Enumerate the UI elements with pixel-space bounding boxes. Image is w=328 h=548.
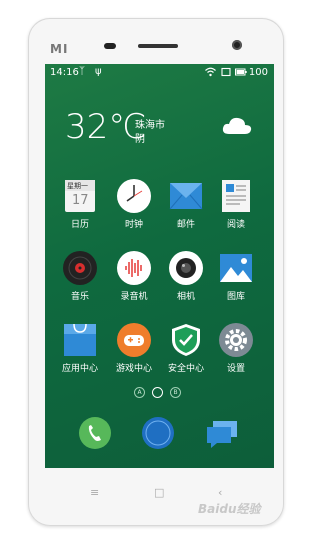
sensor-icon xyxy=(104,43,116,49)
app-label: 安全中心 xyxy=(167,364,204,374)
app-recorder[interactable]: 录音机 xyxy=(109,250,159,302)
app-label: 邮件 xyxy=(176,220,195,230)
app-calendar[interactable]: 星期一 17 日历 xyxy=(55,178,105,230)
gamepad-icon xyxy=(116,322,152,358)
page-indicator-home-icon[interactable] xyxy=(152,387,163,398)
calendar-icon: 星期一 17 xyxy=(62,178,98,214)
app-camera[interactable]: 相机 xyxy=(161,250,211,302)
battery-icon xyxy=(235,67,247,80)
gear-icon xyxy=(218,322,254,358)
back-button[interactable]: ‹ xyxy=(218,486,222,499)
app-game-center[interactable]: 游戏中心 xyxy=(109,322,159,374)
front-camera-icon xyxy=(232,40,242,50)
page-indicator-b[interactable]: B xyxy=(170,387,181,398)
music-icon xyxy=(62,250,98,286)
app-clock[interactable]: 时钟 xyxy=(109,178,159,230)
phone-icon[interactable] xyxy=(78,416,112,450)
app-gallery[interactable]: 图库 xyxy=(211,250,261,302)
app-label: 时钟 xyxy=(124,220,143,230)
home-screen: 14:16 ᛉ ψ 100 32℃ 珠海市 阴 星期一 17 日历 时钟 邮件 … xyxy=(45,64,274,468)
cloud-icon[interactable] xyxy=(221,114,253,140)
home-button[interactable]: □ xyxy=(154,486,164,499)
brand-logo: MI xyxy=(50,42,69,56)
app-settings[interactable]: 设置 xyxy=(211,322,261,374)
earpiece-speaker xyxy=(138,44,178,48)
app-label: 日历 xyxy=(70,220,89,230)
app-reader[interactable]: 阅读 xyxy=(211,178,261,230)
watermark: Baidu经验 xyxy=(198,502,261,516)
mail-icon xyxy=(168,178,204,214)
battery-level: 100 xyxy=(248,67,268,78)
shield-check-icon xyxy=(168,322,204,358)
weather-city[interactable]: 珠海市 xyxy=(135,116,165,131)
compass-icon[interactable] xyxy=(141,416,175,450)
screen-icon xyxy=(221,67,231,80)
app-store[interactable]: 应用中心 xyxy=(55,322,105,374)
app-label: 图库 xyxy=(226,292,245,302)
app-mail[interactable]: 邮件 xyxy=(161,178,211,230)
app-label: 阅读 xyxy=(226,220,245,230)
weather-condition: 阴 xyxy=(135,134,145,145)
wifi-icon xyxy=(205,67,216,80)
calendar-day: 17 xyxy=(72,193,89,208)
status-bar: 14:16 ᛉ ψ 100 xyxy=(45,64,274,82)
app-label: 设置 xyxy=(226,364,245,374)
status-time: 14:16 xyxy=(50,67,79,78)
app-label: 游戏中心 xyxy=(115,364,152,374)
calendar-weekday: 星期一 xyxy=(67,182,88,190)
book-icon xyxy=(218,178,254,214)
app-label: 录音机 xyxy=(120,292,148,302)
camera-icon xyxy=(168,250,204,286)
page-indicator-a[interactable]: A xyxy=(134,387,145,398)
usb-icon: ψ xyxy=(95,66,102,77)
app-label: 应用中心 xyxy=(61,364,98,374)
message-icon[interactable] xyxy=(205,416,239,450)
gallery-icon xyxy=(218,250,254,286)
app-store-icon xyxy=(62,322,98,358)
signal-icon: ᛉ xyxy=(79,66,85,77)
app-label: 相机 xyxy=(176,292,195,302)
app-label: 音乐 xyxy=(70,292,89,302)
app-security-center[interactable]: 安全中心 xyxy=(161,322,211,374)
recorder-icon xyxy=(116,250,152,286)
app-music[interactable]: 音乐 xyxy=(55,250,105,302)
clock-icon xyxy=(116,178,152,214)
menu-button[interactable]: ≡ xyxy=(90,486,99,499)
